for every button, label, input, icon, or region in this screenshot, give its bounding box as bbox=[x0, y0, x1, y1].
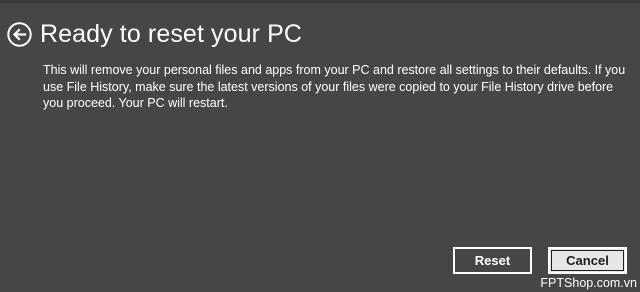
back-arrow-circle-icon bbox=[7, 22, 32, 47]
description-text: This will remove your personal files and… bbox=[43, 63, 626, 110]
page-title: Ready to reset your PC bbox=[40, 20, 303, 48]
watermark: FPTShop.com.vn bbox=[540, 276, 637, 290]
reset-button[interactable]: Reset bbox=[453, 247, 532, 274]
cancel-button[interactable]: Cancel bbox=[548, 247, 627, 274]
back-button[interactable] bbox=[7, 22, 32, 47]
top-bar bbox=[0, 0, 640, 3]
